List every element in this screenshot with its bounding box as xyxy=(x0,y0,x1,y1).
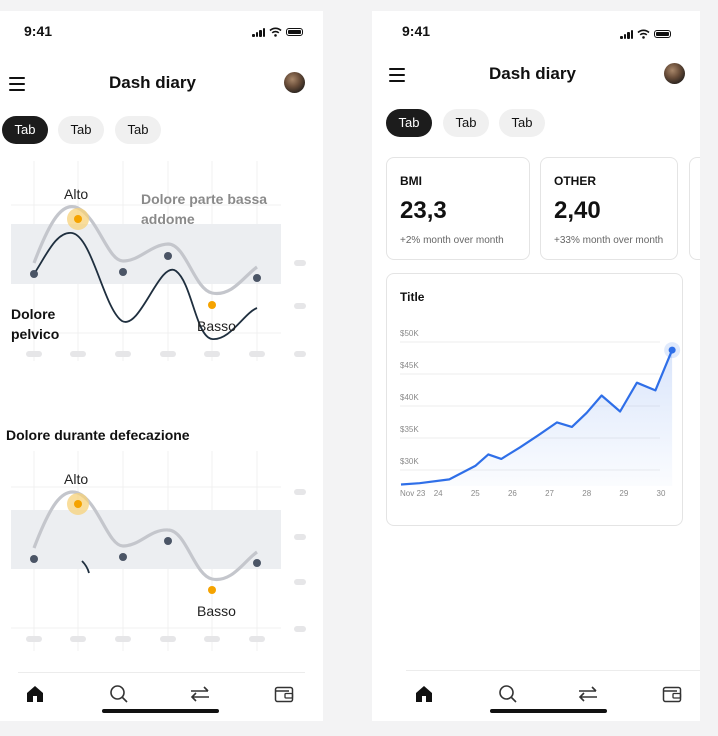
x-tick-label: 27 xyxy=(545,489,554,498)
wallet-icon[interactable] xyxy=(662,684,682,704)
status-icons xyxy=(620,29,671,39)
tab-2[interactable]: Tab xyxy=(58,116,104,144)
x-tick-label: Nov 23 xyxy=(400,489,426,498)
home-icon[interactable] xyxy=(25,684,45,704)
avatar[interactable] xyxy=(284,72,305,93)
stat-label: OTHER xyxy=(554,174,596,188)
status-time: 9:41 xyxy=(24,23,53,39)
tab-1[interactable]: Tab xyxy=(386,109,432,137)
nav-divider xyxy=(406,670,700,671)
status-time: 9:41 xyxy=(402,23,431,39)
signal-icon xyxy=(620,29,633,39)
x-tick-label: 26 xyxy=(508,489,517,498)
tab-2[interactable]: Tab xyxy=(443,109,489,137)
y-tick-label: $30K xyxy=(400,457,419,466)
x-tick-label: 24 xyxy=(434,489,443,498)
left-phone-screen: 9:41 Dash diary Tab Tab Tab Alto Dolore … xyxy=(0,11,323,721)
high-label: Alto xyxy=(64,186,89,202)
line-chart-card: Title $50K $45K $40K $35K $30K Nov 23 24 25 26 27… xyxy=(386,273,683,526)
tab-3[interactable]: Tab xyxy=(115,116,161,144)
high-label: Alto xyxy=(64,471,89,487)
nav-divider xyxy=(18,672,305,673)
y-tick-label: $35K xyxy=(400,425,419,434)
transfer-icon[interactable] xyxy=(577,684,599,704)
y-tick-label: $40K xyxy=(400,393,419,402)
x-tick-label: 28 xyxy=(582,489,591,498)
chart1-tick-placeholders xyxy=(26,260,306,357)
chart2-tick-placeholders xyxy=(26,489,306,642)
stat-card-bmi[interactable]: BMI 23,3 +2% month over month xyxy=(386,157,530,260)
x-tick-label: 30 xyxy=(657,489,666,498)
line-chart: $50K $45K $40K $35K $30K Nov 23 24 25 26 27 28 29 30 xyxy=(400,329,681,498)
search-icon[interactable] xyxy=(498,684,518,704)
wifi-icon xyxy=(269,27,282,37)
menu-icon[interactable] xyxy=(9,77,25,91)
stat-card-partial[interactable] xyxy=(689,157,700,260)
stat-change: +2% month over month xyxy=(400,235,504,246)
home-icon[interactable] xyxy=(414,684,434,704)
stat-change: +33% month over month xyxy=(554,235,664,246)
y-tick-label: $50K xyxy=(400,329,419,338)
battery-icon xyxy=(654,30,671,38)
x-tick-label: 25 xyxy=(471,489,480,498)
menu-icon[interactable] xyxy=(389,68,405,82)
wallet-icon[interactable] xyxy=(274,684,294,704)
tab-3[interactable]: Tab xyxy=(499,109,545,137)
stat-value: 23,3 xyxy=(400,197,447,224)
peak-point[interactable] xyxy=(74,215,82,223)
wifi-icon xyxy=(637,29,650,39)
search-icon[interactable] xyxy=(109,684,129,704)
series-label-lower-abdomen: Dolore parte bassa addome xyxy=(141,191,268,227)
x-tick-label: 29 xyxy=(619,489,628,498)
right-phone-screen: 9:41 Dash diary Tab Tab Tab BMI 23,3 +2%… xyxy=(372,11,700,721)
page-title: Dash diary xyxy=(489,64,576,83)
signal-icon xyxy=(252,27,265,37)
transfer-icon[interactable] xyxy=(189,684,211,704)
chart2-title: Dolore durante defecazione xyxy=(6,427,190,443)
battery-icon xyxy=(286,28,303,36)
area-fill xyxy=(401,350,673,486)
data-point xyxy=(668,346,676,354)
stat-card-other[interactable]: OTHER 2,40 +33% month over month xyxy=(540,157,678,260)
stat-label: BMI xyxy=(400,174,422,188)
stat-value: 2,40 xyxy=(554,197,601,224)
home-indicator xyxy=(102,709,219,713)
home-indicator xyxy=(490,709,607,713)
tab-1[interactable]: Tab xyxy=(2,116,48,144)
page-title: Dash diary xyxy=(109,73,196,92)
avatar[interactable] xyxy=(664,63,685,84)
y-tick-label: $45K xyxy=(400,361,419,370)
status-icons xyxy=(252,27,303,37)
